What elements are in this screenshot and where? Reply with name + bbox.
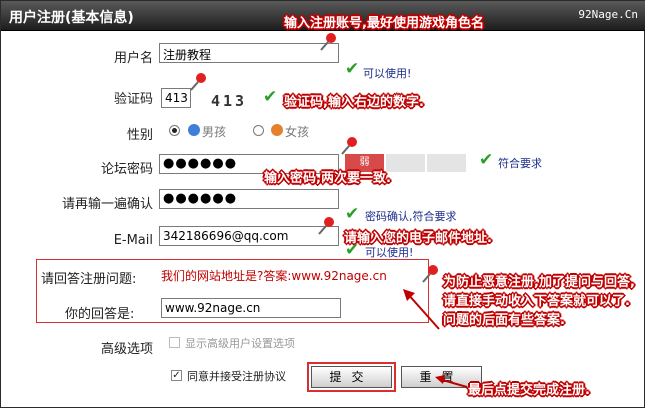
password-label: 论坛密码 bbox=[100, 162, 153, 177]
gender-male-label: 男孩 bbox=[202, 125, 227, 139]
answer-label: 你的回答是: bbox=[65, 307, 135, 322]
submit-button[interactable]: 提交 bbox=[311, 366, 392, 388]
email-input[interactable]: 342186696@qq.com bbox=[159, 226, 339, 246]
question-text: 我们的网站地址是?答案:www.92nage.cn bbox=[161, 269, 387, 283]
confirm-password-label: 请再输一遍确认 bbox=[61, 197, 153, 212]
advanced-options-text: 显示高级用户设置选项 bbox=[185, 337, 295, 350]
check-icon: ✔ bbox=[479, 150, 494, 170]
pushpin-icon bbox=[190, 73, 206, 91]
gender-female-radio[interactable] bbox=[253, 125, 264, 136]
pushpin-icon bbox=[318, 217, 334, 235]
window-title: 用户注册(基本信息) bbox=[9, 10, 134, 26]
username-label: 用户名 bbox=[113, 51, 153, 66]
pushpin-icon bbox=[320, 33, 336, 51]
gender-female-label: 女孩 bbox=[285, 125, 310, 139]
registration-window: 用户注册(基本信息) 92Nage.Cn 输入注册账号,最好使用游戏角色名 用户… bbox=[0, 0, 645, 408]
annotation-username: 输入注册账号,最好使用游戏角色名 bbox=[284, 16, 484, 31]
username-input[interactable]: 注册教程 bbox=[159, 43, 339, 63]
confirm-password-input[interactable]: ●●●●●● bbox=[159, 189, 339, 209]
question-label: 请回答注册问题: bbox=[41, 272, 137, 287]
email-status: 可以使用! bbox=[365, 246, 414, 259]
gender-male-radio[interactable] bbox=[169, 125, 180, 136]
password-status: 符合要求 bbox=[498, 157, 542, 170]
annotation-submit: 最后点提交完成注册. bbox=[468, 383, 590, 398]
girl-icon bbox=[271, 124, 283, 136]
strength-strong-bar bbox=[427, 154, 467, 172]
advanced-options-checkbox[interactable] bbox=[169, 337, 180, 348]
check-icon: ✔ bbox=[263, 87, 278, 107]
pushpin-icon bbox=[422, 265, 438, 283]
username-status: 可以使用! bbox=[363, 67, 412, 80]
arrow-icon bbox=[403, 289, 440, 330]
pushpin-icon bbox=[341, 137, 357, 155]
confirm-password-status: 密码确认,符合要求 bbox=[365, 210, 457, 223]
agree-checkbox[interactable]: ✓ bbox=[171, 370, 182, 381]
check-icon: ✔ bbox=[345, 59, 360, 79]
annotation-qa: 为防止恶意注册,加了提问与回答,请直接手动收入下答案就可以了.问题的后面有些答案… bbox=[443, 275, 635, 328]
strength-medium-bar bbox=[386, 154, 426, 172]
annotation-password: 输入密码,两次要一致. bbox=[264, 171, 391, 186]
answer-input[interactable]: www.92nage.cn bbox=[161, 298, 341, 318]
advanced-label: 高级选项 bbox=[100, 342, 153, 357]
captcha-image[interactable]: 413 bbox=[211, 92, 247, 110]
email-label: E-Mail bbox=[113, 233, 153, 248]
site-brand: 92Nage.Cn bbox=[578, 8, 638, 21]
gender-label: 性别 bbox=[126, 128, 153, 143]
annotation-captcha: 验证码,输入右边的数字. bbox=[284, 95, 424, 110]
arrow-icon bbox=[435, 375, 468, 388]
check-icon: ✔ bbox=[345, 204, 360, 224]
captcha-label: 验证码 bbox=[113, 92, 153, 107]
boy-icon bbox=[188, 124, 200, 136]
check-icon: ✔ bbox=[345, 240, 360, 260]
agree-label: 同意并接受注册协议 bbox=[187, 370, 286, 383]
